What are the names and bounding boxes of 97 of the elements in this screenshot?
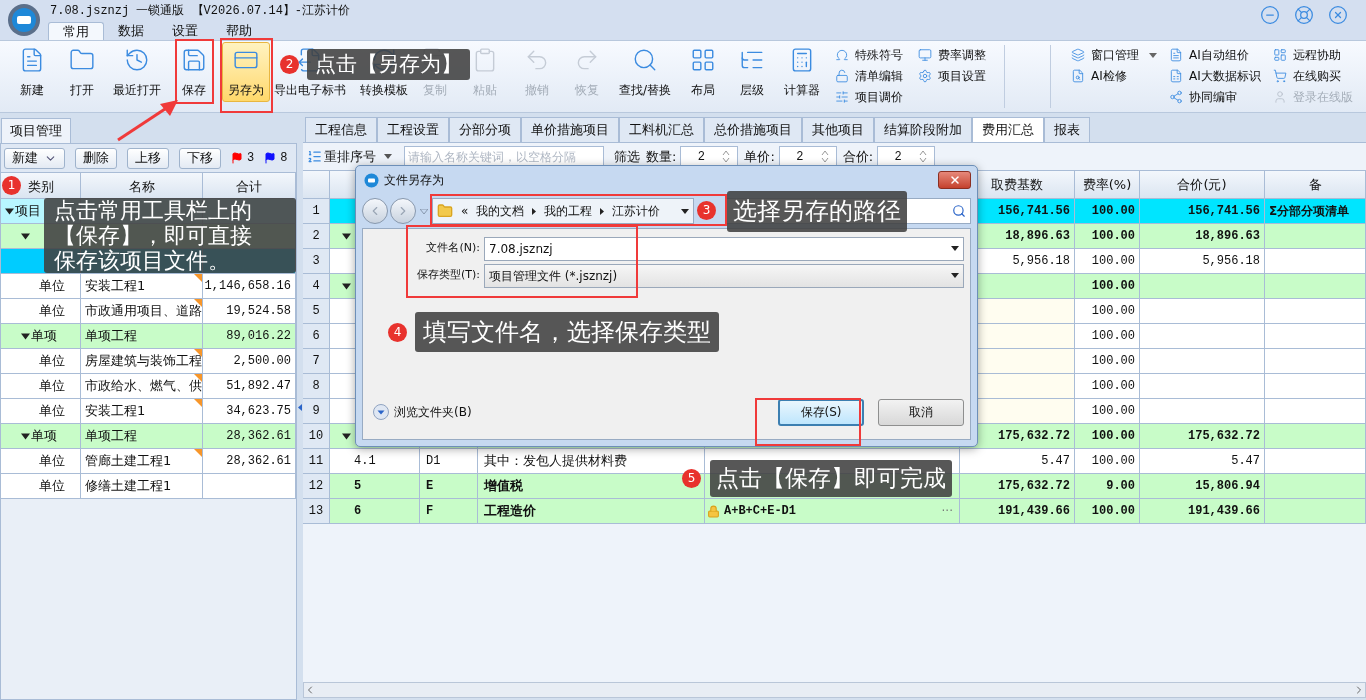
table-cell-text: 191,439.66 [1188, 503, 1260, 520]
flag-count: 8 [280, 150, 288, 167]
table-cell-text: 100.00 [1091, 253, 1135, 270]
spinner-label: 数量: [646, 147, 677, 166]
table-cell-text: 市政给水、燃气、供 [85, 377, 202, 396]
window-title: 7.08.jsznzj 一锁通版 【V2026.07.14】-江苏计价 [49, 3, 351, 20]
table-cell-text: 100.00 [1091, 203, 1135, 220]
spinner-label: 单价: [744, 147, 775, 166]
column-header: 合价(元) [1140, 171, 1265, 198]
table-cell-text: 单项 [31, 427, 57, 446]
table-cell-text: D1 [426, 453, 441, 470]
step-tooltip: 选择另存的路径 [727, 191, 907, 232]
table-cell-text: 工程造价 [484, 502, 536, 521]
flag-count: 3 [247, 150, 255, 167]
row-number: 7 [312, 353, 320, 370]
filter-label: 筛选 [614, 147, 640, 166]
table-cell-text: 100.00 [1091, 378, 1135, 395]
table-cell-text: 175,632.72 [1188, 428, 1260, 445]
row-number: 8 [312, 378, 320, 395]
table-cell-text: 单项 [31, 327, 57, 346]
table-cell-text: 5 [353, 478, 362, 495]
step-tooltip: 填写文件名，选择保存类型 [415, 312, 719, 352]
table-cell-text: 6 [353, 503, 362, 520]
table-cell-text: 5,956.18 [1202, 253, 1260, 270]
row-number: 10 [308, 428, 324, 445]
table-cell-text: E [426, 478, 434, 495]
table-cell-text: A+B+C+E-D1 [724, 503, 796, 520]
dialog-title: 文件另存为 [384, 172, 444, 189]
table-cell-text: 100.00 [1091, 278, 1135, 295]
table-cell-text: 100.00 [1091, 453, 1135, 470]
field-label: 保存类型(T): [416, 267, 481, 284]
row-number: 6 [312, 328, 320, 345]
table-cell-text: 156,741.56 [998, 203, 1070, 220]
column-header: 费率(%) [1075, 171, 1140, 198]
table-cell-text: 100.00 [1091, 403, 1135, 420]
row-number: 4 [312, 278, 320, 295]
table-cell-text: 5,956.18 [1012, 253, 1070, 270]
table-cell-text: 5.47 [1041, 453, 1070, 470]
table-cell-text: 安装工程1 [85, 277, 146, 296]
table-cell-text: 28,362.61 [226, 453, 291, 470]
table-cell-text: 单位 [39, 477, 65, 496]
table-cell-text: 18,896.63 [1195, 228, 1260, 245]
table-cell-text: 19,524.58 [226, 303, 291, 320]
row-number: 3 [312, 253, 320, 270]
table-cell-text: 175,632.72 [998, 428, 1070, 445]
column-header: 备 [1265, 171, 1366, 198]
table-cell-text: 增值税 [484, 477, 523, 496]
row-number: 2 [312, 228, 320, 245]
table-cell-text: 100.00 [1091, 228, 1135, 245]
table-cell-text: 156,741.56 [1188, 203, 1260, 220]
table-cell-text: 单位 [39, 302, 65, 321]
field-label: 文件名(N): [425, 240, 481, 257]
table-cell-text: 单位 [39, 377, 65, 396]
table-cell-text: 市政通用项目、道路 [85, 302, 202, 321]
row-number: 13 [308, 503, 324, 520]
table-cell-text: 4.1 [353, 453, 376, 470]
table-cell-text: 单位 [39, 452, 65, 471]
table-cell-text: 34,623.75 [226, 403, 291, 420]
row-number: 1 [312, 203, 320, 220]
table-cell-text: 2,500.00 [233, 353, 291, 370]
step-tooltip: 点击【另存为】 [307, 49, 470, 80]
table-cell-text: 175,632.72 [998, 478, 1070, 495]
table-cell-text: 100.00 [1091, 328, 1135, 345]
table-cell-text: 9.00 [1106, 478, 1135, 495]
step-tooltip: 点击【保存】即可完成 [710, 460, 952, 497]
row-number: 12 [308, 478, 324, 495]
table-cell-text: 5.47 [1231, 453, 1260, 470]
table-cell-text: 191,439.66 [998, 503, 1070, 520]
table-cell-text: 28,362.61 [226, 428, 291, 445]
path-prefix: « [461, 203, 469, 220]
table-cell-text: 单位 [39, 402, 65, 421]
table-cell-text: F [426, 503, 434, 520]
table-cell-text: 项目 [15, 202, 41, 221]
table-cell-text: 51,892.47 [226, 378, 291, 395]
table-cell-text: 单项工程 [85, 327, 137, 346]
spinner-label: 合价: [842, 147, 874, 166]
table-cell-text: 100.00 [1091, 503, 1135, 520]
table-cell-text: 100.00 [1091, 428, 1135, 445]
row-number: 9 [312, 403, 320, 420]
table-cell-text: 修缮土建工程1 [85, 477, 172, 496]
table-cell-text: 100.00 [1091, 353, 1135, 370]
step-tooltip: 点击常用工具栏上的【保存】，即可直接保存该项目文件。 [44, 198, 296, 273]
table-cell-text: 管廊土建工程1 [85, 452, 172, 471]
table-cell-text: 1,146,658.16 [204, 278, 291, 295]
table-cell-text: 其中：发包人提供材料费 [484, 452, 627, 471]
table-cell-text: Σ分部分项清单 [1269, 203, 1350, 220]
table-cell-text: 房屋建筑与装饰工程 [85, 352, 202, 371]
table-cell-text: 100.00 [1091, 303, 1135, 320]
table-cell-text: 单位 [39, 277, 65, 296]
table-cell-text: 15,806.94 [1195, 478, 1260, 495]
table-cell-text: 18,896.63 [1005, 228, 1070, 245]
table-cell-text: 89,016.22 [226, 328, 291, 345]
table-cell-text: 单项工程 [85, 427, 137, 446]
row-number: 5 [312, 303, 320, 320]
table-cell-text: 安装工程1 [85, 402, 146, 421]
row-number: 11 [308, 453, 324, 470]
table-cell-text: 单位 [39, 352, 65, 371]
